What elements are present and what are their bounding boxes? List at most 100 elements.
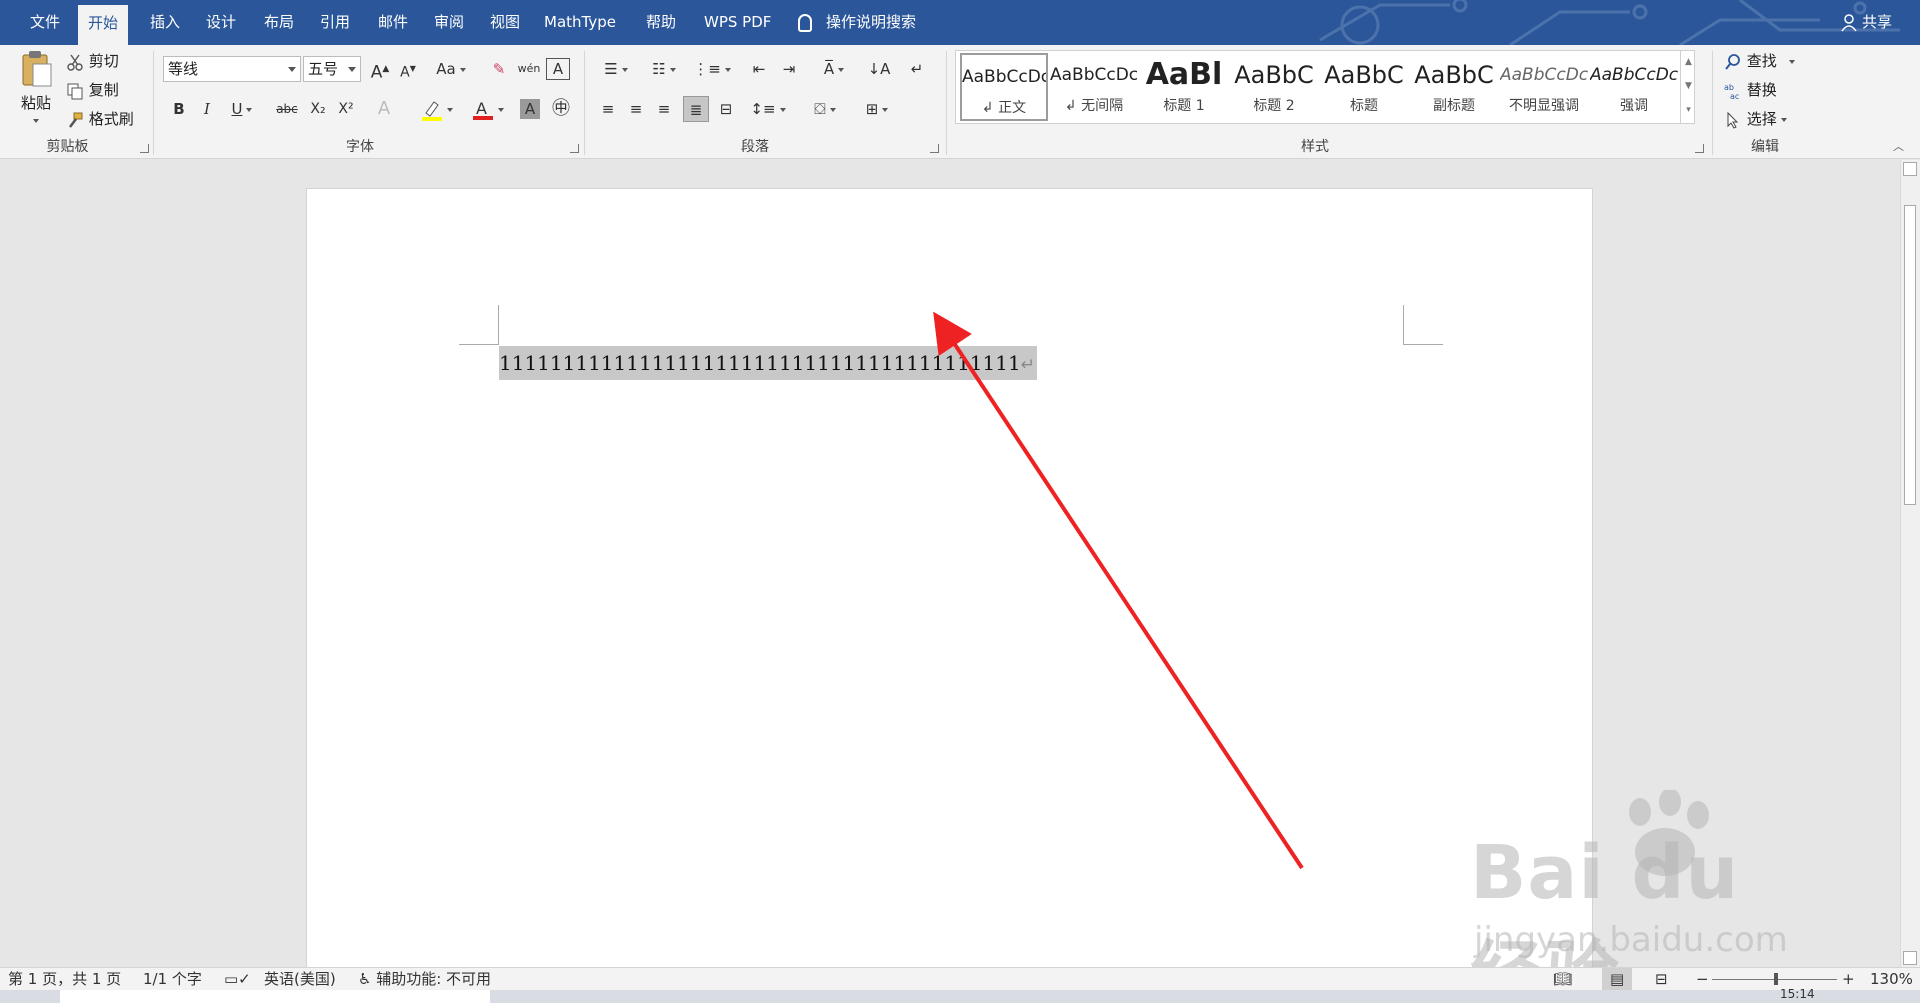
cut-button[interactable]: 剪切: [66, 49, 119, 73]
borders-button[interactable]: ⊞: [856, 96, 898, 122]
chinese-layout-button[interactable]: A̅: [814, 56, 854, 82]
chevron-down-icon: [829, 107, 836, 112]
clear-format-button[interactable]: ✎: [486, 56, 512, 82]
subscript-button[interactable]: X₂: [306, 96, 330, 122]
paragraph-launcher-icon[interactable]: [930, 144, 939, 153]
copy-button[interactable]: 复制: [66, 78, 119, 102]
style-item[interactable]: AaBbCcDc 不明显强调: [1500, 53, 1588, 121]
chevron-down-icon[interactable]: ▼: [1681, 74, 1696, 98]
superscript-button[interactable]: X²: [334, 96, 358, 122]
char-shading-button[interactable]: A: [520, 99, 540, 119]
tab-1[interactable]: 开始: [78, 5, 129, 45]
char-border-button[interactable]: A: [546, 58, 570, 80]
search-icon: [1725, 53, 1740, 70]
line-spacing-button[interactable]: ↕≡: [748, 96, 788, 122]
tab-4[interactable]: 布局: [254, 0, 304, 45]
style-item[interactable]: AaBbC 标题: [1320, 53, 1408, 121]
sort-button[interactable]: ↓A: [866, 56, 892, 82]
align-right-button[interactable]: ≡: [652, 96, 676, 122]
highlight-button[interactable]: [414, 96, 460, 122]
increase-indent-button[interactable]: ⇥: [776, 56, 802, 82]
vertical-scrollbar[interactable]: [1900, 160, 1920, 967]
shrink-font-button[interactable]: A▼: [396, 56, 420, 82]
paste-button[interactable]: 粘贴: [14, 50, 58, 126]
collapse-ribbon-icon[interactable]: ︿: [1893, 138, 1904, 154]
chevron-down-icon: [1788, 59, 1795, 64]
style-item[interactable]: AaBbCcDc ↲ 正文: [960, 53, 1048, 121]
font-launcher-icon[interactable]: [570, 144, 579, 153]
enclosed-char-button[interactable]: ㊥: [548, 96, 574, 122]
tab-3[interactable]: 设计: [196, 0, 246, 45]
styles-gallery-scroll[interactable]: ▲ ▼ ▾: [1680, 50, 1696, 124]
tab-8[interactable]: 视图: [480, 0, 530, 45]
tab-11[interactable]: WPS PDF: [694, 0, 781, 45]
tab-2[interactable]: 插入: [140, 0, 190, 45]
underline-button[interactable]: U: [224, 96, 260, 122]
style-item[interactable]: AaBbCcDc ↲ 无间隔: [1050, 53, 1138, 121]
find-button[interactable]: 查找: [1724, 49, 1795, 73]
bullets-button[interactable]: ☰: [596, 56, 636, 82]
zoom-slider[interactable]: [1712, 968, 1837, 990]
numbering-button[interactable]: ☷: [644, 56, 684, 82]
style-item[interactable]: AaBbCcDc 强调: [1590, 53, 1678, 121]
accessibility-status[interactable]: ♿︎ 辅助功能: 不可用: [358, 968, 491, 990]
zoom-in-icon[interactable]: +: [1842, 968, 1855, 990]
replace-button[interactable]: ab ac 替换: [1724, 78, 1777, 102]
zoom-out-icon[interactable]: −: [1696, 968, 1709, 990]
scroll-down-icon[interactable]: [1903, 951, 1917, 965]
shading-button[interactable]: ⛋: [804, 96, 846, 122]
select-button[interactable]: 选择: [1724, 107, 1787, 131]
tab-6[interactable]: 邮件: [368, 0, 418, 45]
tell-me-search[interactable]: 操作说明搜索: [798, 0, 916, 45]
clipboard-launcher-icon[interactable]: [140, 144, 149, 153]
tab-7[interactable]: 审阅: [424, 0, 474, 45]
font-color-button[interactable]: A: [468, 96, 508, 122]
paste-dropdown-icon[interactable]: [33, 118, 39, 123]
align-center-button[interactable]: ≡: [624, 96, 648, 122]
italic-button[interactable]: I: [196, 96, 218, 122]
numbering-icon: ☷: [652, 60, 666, 78]
show-marks-button[interactable]: ↵: [904, 56, 930, 82]
chevron-up-icon[interactable]: ▲: [1681, 50, 1696, 74]
tab-10[interactable]: 帮助: [636, 0, 686, 45]
styles-launcher-icon[interactable]: [1695, 144, 1704, 153]
tab-5[interactable]: 引用: [310, 0, 360, 45]
zoom-level[interactable]: 130%: [1870, 968, 1913, 990]
chevron-down-icon: [447, 107, 453, 112]
web-layout-icon[interactable]: ⊟: [1655, 968, 1668, 990]
language-indicator[interactable]: 英语(美国): [264, 968, 336, 990]
tab-9[interactable]: MathType: [534, 0, 626, 45]
style-item[interactable]: AaBl 标题 1: [1140, 53, 1228, 121]
justify-button[interactable]: ≣: [683, 96, 709, 122]
share-button[interactable]: 共享: [1841, 0, 1892, 45]
text-effects-button[interactable]: A: [372, 96, 396, 122]
page-count[interactable]: 第 1 页，共 1 页: [8, 968, 121, 990]
format-painter-button[interactable]: 格式刷: [66, 107, 134, 131]
style-item[interactable]: AaBbC 副标题: [1410, 53, 1498, 121]
tab-0[interactable]: 文件: [20, 0, 70, 45]
grow-font-button[interactable]: A▲: [368, 56, 392, 83]
scroll-thumb[interactable]: [1904, 205, 1916, 505]
zoom-slider-thumb[interactable]: [1774, 973, 1778, 985]
font-size-select[interactable]: 五号: [303, 56, 361, 82]
highlighter-icon: [422, 100, 442, 121]
more-styles-icon[interactable]: ▾: [1681, 98, 1696, 122]
scroll-up-icon[interactable]: [1903, 162, 1917, 176]
phonetic-guide-button[interactable]: wén: [516, 56, 542, 82]
style-item[interactable]: AaBbC 标题 2: [1230, 53, 1318, 121]
multilevel-list-button[interactable]: ⋮≡: [692, 56, 732, 82]
style-name: 标题: [1350, 98, 1378, 114]
distributed-button[interactable]: ⊟: [714, 96, 738, 122]
read-mode-icon[interactable]: 📖︎: [1553, 968, 1572, 990]
print-layout-icon[interactable]: ▤: [1602, 968, 1633, 990]
paste-icon: [22, 51, 52, 87]
strikethrough-button[interactable]: abc: [272, 96, 302, 122]
decrease-indent-button[interactable]: ⇤: [746, 56, 772, 82]
word-count[interactable]: 1/1 个字: [143, 968, 202, 990]
bold-button[interactable]: B: [168, 96, 190, 122]
proofing-icon[interactable]: ▭✓: [224, 968, 251, 990]
change-case-button[interactable]: Aa: [432, 56, 470, 82]
taskbar-item[interactable]: [60, 990, 490, 1003]
align-left-button[interactable]: ≡: [596, 96, 620, 122]
font-name-select[interactable]: 等线: [163, 56, 301, 82]
